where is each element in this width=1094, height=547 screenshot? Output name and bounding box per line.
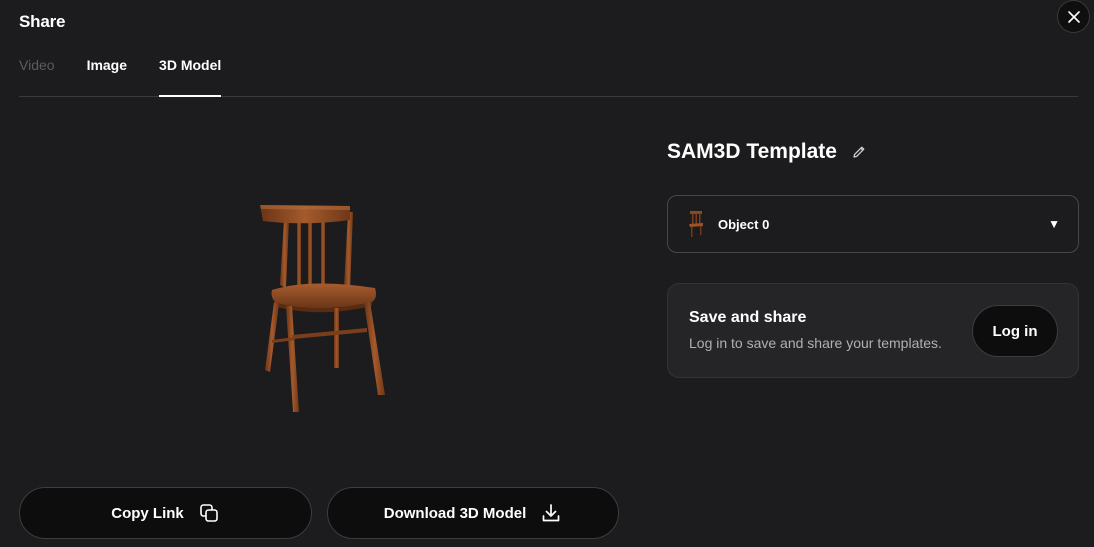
chair-thumbnail xyxy=(689,211,703,237)
save-and-share-card: Save and share Log in to save and share … xyxy=(667,283,1079,378)
model-preview[interactable] xyxy=(200,190,430,430)
tab-video[interactable]: Video xyxy=(19,50,55,96)
login-button[interactable]: Log in xyxy=(972,305,1058,357)
download-icon xyxy=(542,504,560,522)
copy-icon xyxy=(199,504,218,522)
tab-image[interactable]: Image xyxy=(87,50,127,96)
object-dropdown[interactable]: Object 0 ▼ xyxy=(667,195,1079,253)
copy-link-label: Copy Link xyxy=(111,504,184,522)
dialog-title: Share xyxy=(19,12,66,31)
model-title: SAM3D Template xyxy=(667,140,837,163)
share-dialog: Share Video Image 3D Model SAM3D Templat… xyxy=(0,0,1094,547)
model-title-row: SAM3D Template xyxy=(667,140,867,164)
save-card-title: Save and share xyxy=(689,309,807,326)
object-select-value: Object 0 xyxy=(718,216,770,232)
close-icon xyxy=(1067,10,1080,23)
caret-down-icon: ▼ xyxy=(1048,217,1060,231)
pencil-icon[interactable] xyxy=(851,144,867,160)
download-3d-model-button[interactable]: Download 3D Model xyxy=(327,487,619,539)
save-card-description: Log in to save and share your templates. xyxy=(689,335,942,351)
tab-3d-model[interactable]: 3D Model xyxy=(159,50,222,97)
download-label: Download 3D Model xyxy=(383,504,527,522)
tab-bar: Video Image 3D Model xyxy=(19,50,1078,97)
close-button[interactable] xyxy=(1057,0,1090,33)
copy-link-button[interactable]: Copy Link xyxy=(19,487,312,539)
